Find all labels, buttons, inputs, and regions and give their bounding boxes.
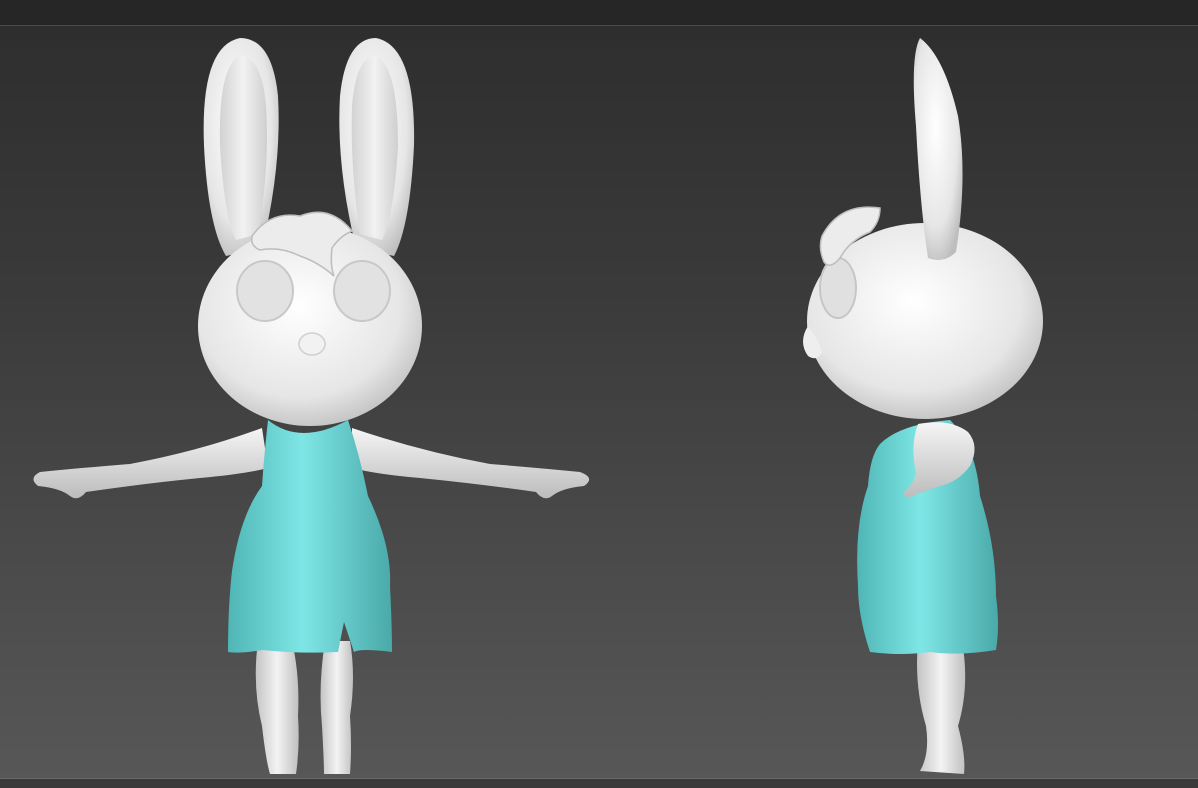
front-view-model[interactable]	[33, 38, 590, 774]
viewport-canvas[interactable]	[0, 26, 1198, 778]
front-legs	[255, 641, 353, 774]
side-view-model[interactable]	[803, 38, 1043, 774]
side-head	[803, 206, 1043, 419]
3d-viewport[interactable]	[0, 26, 1198, 778]
top-toolbar	[0, 0, 1198, 26]
side-leg	[917, 641, 966, 774]
bottom-status-strip	[0, 778, 1198, 788]
sculpt-app	[0, 0, 1198, 788]
